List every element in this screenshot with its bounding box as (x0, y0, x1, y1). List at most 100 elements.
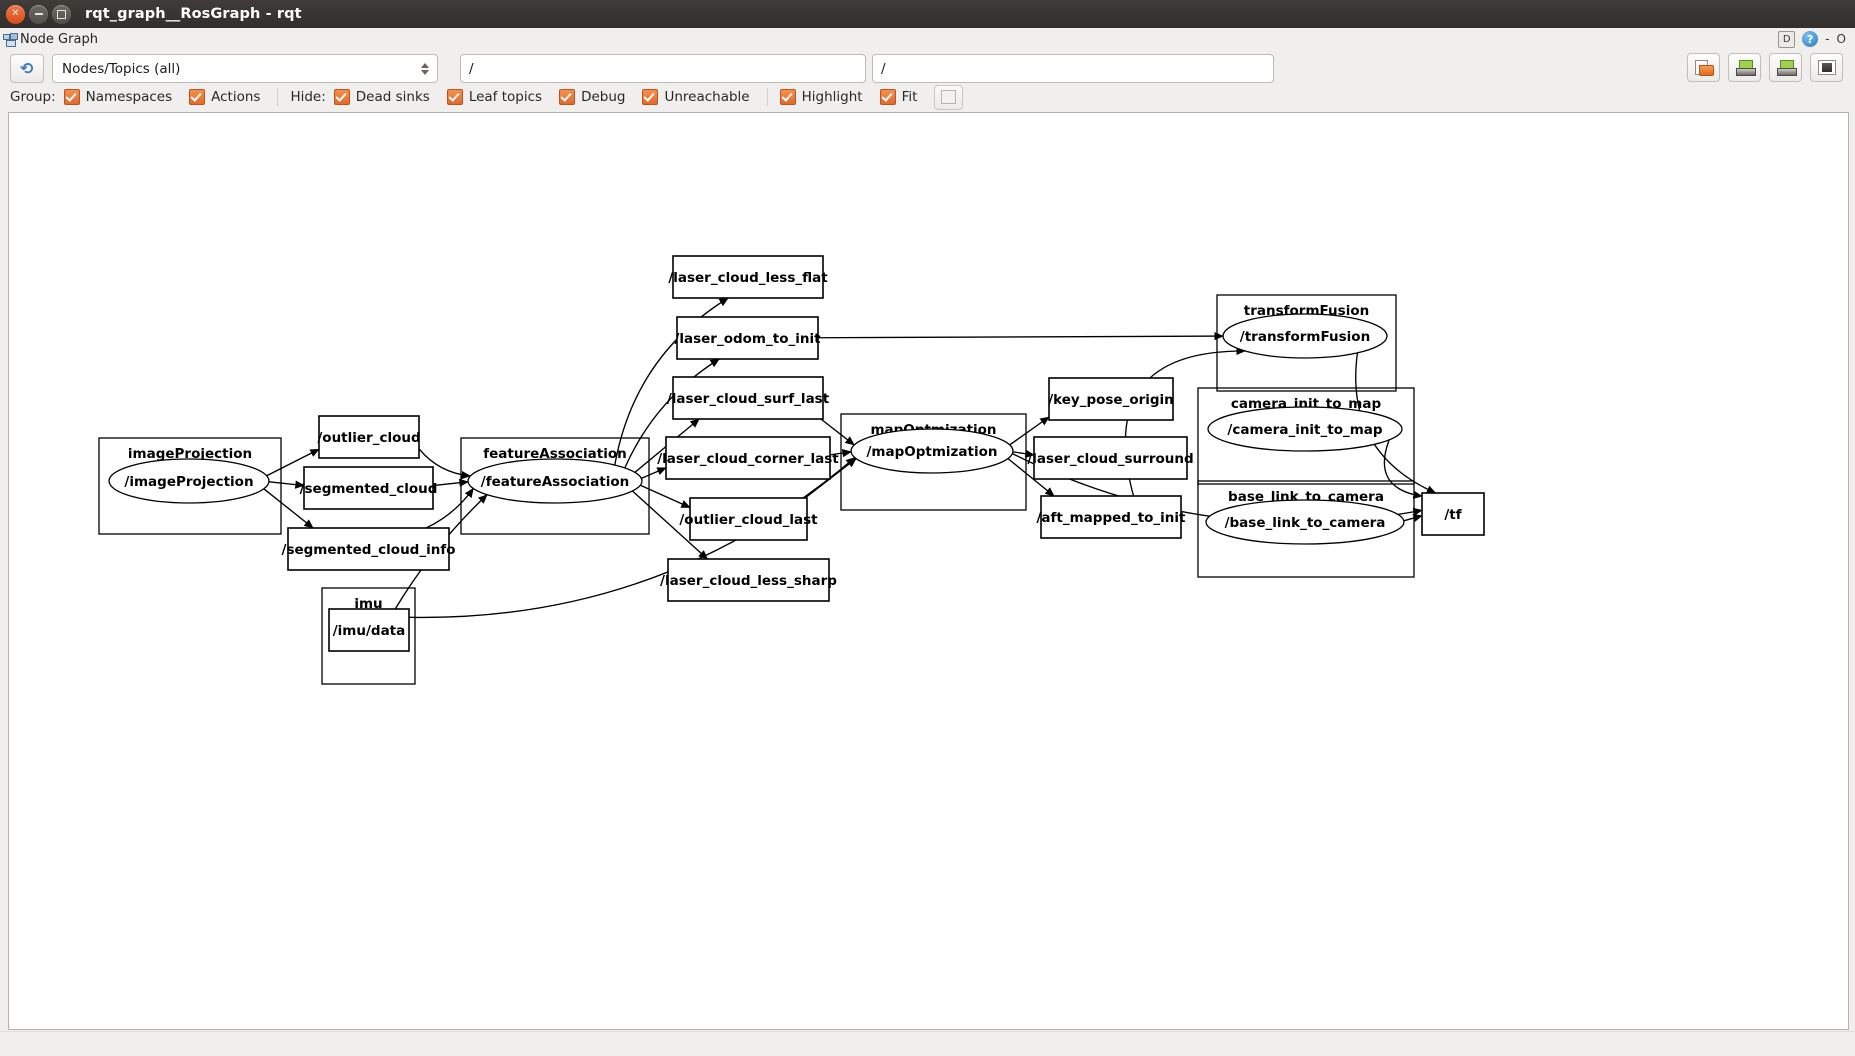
checkmark-icon (559, 89, 576, 105)
save-image-button[interactable] (1810, 53, 1843, 82)
topic-label: /aft_mapped_to_init (1037, 510, 1187, 526)
topic-label: /laser_cloud_surround (1027, 451, 1193, 467)
checkbox-debug-label: Debug (581, 89, 626, 105)
save-dot-button[interactable] (1728, 53, 1761, 82)
edge (432, 478, 469, 487)
checkbox-dead-sinks[interactable]: Dead sinks (333, 89, 430, 105)
dock-close-button[interactable]: O (1837, 33, 1846, 45)
dock-title-wrap: Node Graph (0, 32, 98, 47)
node-featureAssociation[interactable]: /featureAssociation (467, 458, 643, 504)
topic-laser_cloud_corner_last[interactable]: /laser_cloud_corner_last (657, 436, 839, 480)
save-svg-button[interactable] (1769, 53, 1802, 82)
checkbox-highlight[interactable]: Highlight (779, 89, 863, 105)
edge (1383, 439, 1423, 499)
topic-laser_cloud_less_flat[interactable]: /laser_cloud_less_flat (668, 255, 828, 299)
load-dot-button[interactable] (1687, 53, 1720, 82)
topic-label: /laser_cloud_less_flat (668, 270, 828, 286)
topic-laser_cloud_less_sharp[interactable]: /laser_cloud_less_sharp (660, 558, 837, 602)
chevron-updown-icon[interactable] (421, 62, 437, 75)
ros-node-graph[interactable]: imageProjectionfeatureAssociationmapOptm… (9, 113, 1848, 1029)
node-label: /base_link_to_camera (1225, 515, 1386, 531)
checkmark-icon (779, 89, 796, 105)
hide-label: Hide: (290, 89, 326, 105)
group-label: Group: (10, 89, 56, 105)
checkbox-fit-label: Fit (901, 89, 918, 105)
checkbox-namespaces[interactable]: Namespaces (63, 89, 172, 105)
topic-label: /laser_cloud_corner_last (657, 451, 839, 467)
node-graph-icon (3, 32, 18, 47)
node-imageProjection[interactable]: /imageProjection (108, 458, 270, 504)
edge (817, 331, 1224, 341)
refresh-icon: ⟳ (20, 58, 34, 78)
topic-laser_cloud_surround[interactable]: /laser_cloud_surround (1027, 436, 1194, 480)
topic-label: /imu/data (333, 623, 406, 639)
window-title: rqt_graph__RosGraph - rqt (85, 6, 302, 22)
topic-aft_mapped_to_init[interactable]: /aft_mapped_to_init (1037, 495, 1187, 539)
topic-label: /segmented_cloud_info (282, 542, 456, 558)
maximize-icon[interactable] (52, 4, 71, 24)
topic-segmented_cloud[interactable]: /segmented_cloud (300, 466, 438, 510)
node-mapOptmization[interactable]: /mapOptmization (850, 428, 1014, 474)
graph-type-value: Nodes/Topics (all) (62, 60, 181, 77)
topic-label: /tf (1444, 507, 1461, 523)
topic-segmented_cloud_info[interactable]: /segmented_cloud_info (282, 527, 456, 571)
topic-label: /laser_cloud_less_sharp (660, 573, 837, 589)
topic-label: /key_pose_origin (1048, 392, 1174, 408)
graph-canvas[interactable]: imageProjectionfeatureAssociationmapOptm… (8, 112, 1849, 1030)
topic-label: /segmented_cloud (300, 481, 438, 497)
checkmark-icon (642, 89, 659, 105)
divider (766, 88, 768, 106)
close-icon[interactable]: ✕ (6, 4, 25, 24)
refresh-button[interactable]: ⟳ (10, 54, 44, 83)
node-label: /mapOptmization (867, 444, 998, 460)
dock-minimize-button[interactable]: - (1825, 33, 1829, 45)
node-filter-value: / (881, 60, 886, 77)
checkbox-dead-sinks-label: Dead sinks (355, 89, 430, 105)
checkmark-icon (333, 89, 350, 105)
topic-filter-value: / (469, 60, 474, 77)
node-filter-input[interactable]: / (872, 54, 1274, 83)
checkbox-leaf-topics-label: Leaf topics (468, 89, 543, 105)
node-transformFusion[interactable]: /transformFusion (1222, 313, 1388, 359)
save-image-icon (1776, 59, 1797, 76)
topic-laser_odom_to_init[interactable]: /laser_odom_to_init (674, 316, 821, 360)
topic-outlier_cloud_last[interactable]: /outlier_cloud_last (679, 497, 818, 541)
topic-label: /laser_odom_to_init (674, 331, 821, 347)
graph-type-select[interactable]: Nodes/Topics (all) (52, 54, 438, 83)
checkmark-icon (63, 89, 80, 105)
topic-laser_cloud_surf_last[interactable]: /laser_cloud_surf_last (667, 376, 830, 420)
undock-button[interactable]: D (1778, 30, 1796, 48)
checkbox-actions[interactable]: Actions (189, 89, 260, 105)
topic-filter-input[interactable]: / (460, 54, 866, 83)
topic-label: /outlier_cloud (317, 430, 420, 446)
checkbox-debug[interactable]: Debug (559, 89, 625, 105)
node-camera_init_to_map[interactable]: /camera_init_to_map (1207, 406, 1403, 452)
topic-key_pose_origin[interactable]: /key_pose_origin (1048, 377, 1174, 421)
status-bar (0, 1031, 1855, 1056)
checkmark-icon (446, 89, 463, 105)
window-buttons: ✕ (0, 4, 71, 24)
checkbox-fit[interactable]: Fit (879, 89, 918, 105)
help-icon[interactable]: ? (1802, 31, 1819, 47)
minimize-icon[interactable] (29, 4, 48, 24)
checkmark-icon (879, 89, 896, 105)
checkbox-unreachable[interactable]: Unreachable (642, 89, 750, 105)
node-label: /featureAssociation (481, 474, 629, 490)
dock-controls: D ? - O (1778, 30, 1855, 48)
node-label: /imageProjection (124, 474, 253, 490)
topic-outlier_cloud[interactable]: /outlier_cloud (317, 415, 421, 459)
save-dot-icon (1735, 59, 1756, 76)
title-bar: ✕ rqt_graph__RosGraph - rqt (0, 0, 1855, 28)
checkbox-actions-label: Actions (211, 89, 261, 105)
toolbar-primary: ⟳ Nodes/Topics (all) / / (0, 52, 1855, 84)
topic-imu_data[interactable]: /imu/data (328, 608, 410, 652)
node-base_link_to_camera[interactable]: /base_link_to_camera (1205, 499, 1405, 545)
topic-label: /outlier_cloud_last (679, 512, 818, 528)
checkbox-leaf-topics[interactable]: Leaf topics (446, 89, 543, 105)
checkbox-unreachable-label: Unreachable (664, 89, 750, 105)
topic-tf[interactable]: /tf (1421, 492, 1485, 536)
node-label: /camera_init_to_map (1227, 422, 1383, 438)
stretch-toggle-button[interactable] (934, 84, 964, 110)
edge (641, 467, 667, 480)
edge (1403, 514, 1423, 523)
